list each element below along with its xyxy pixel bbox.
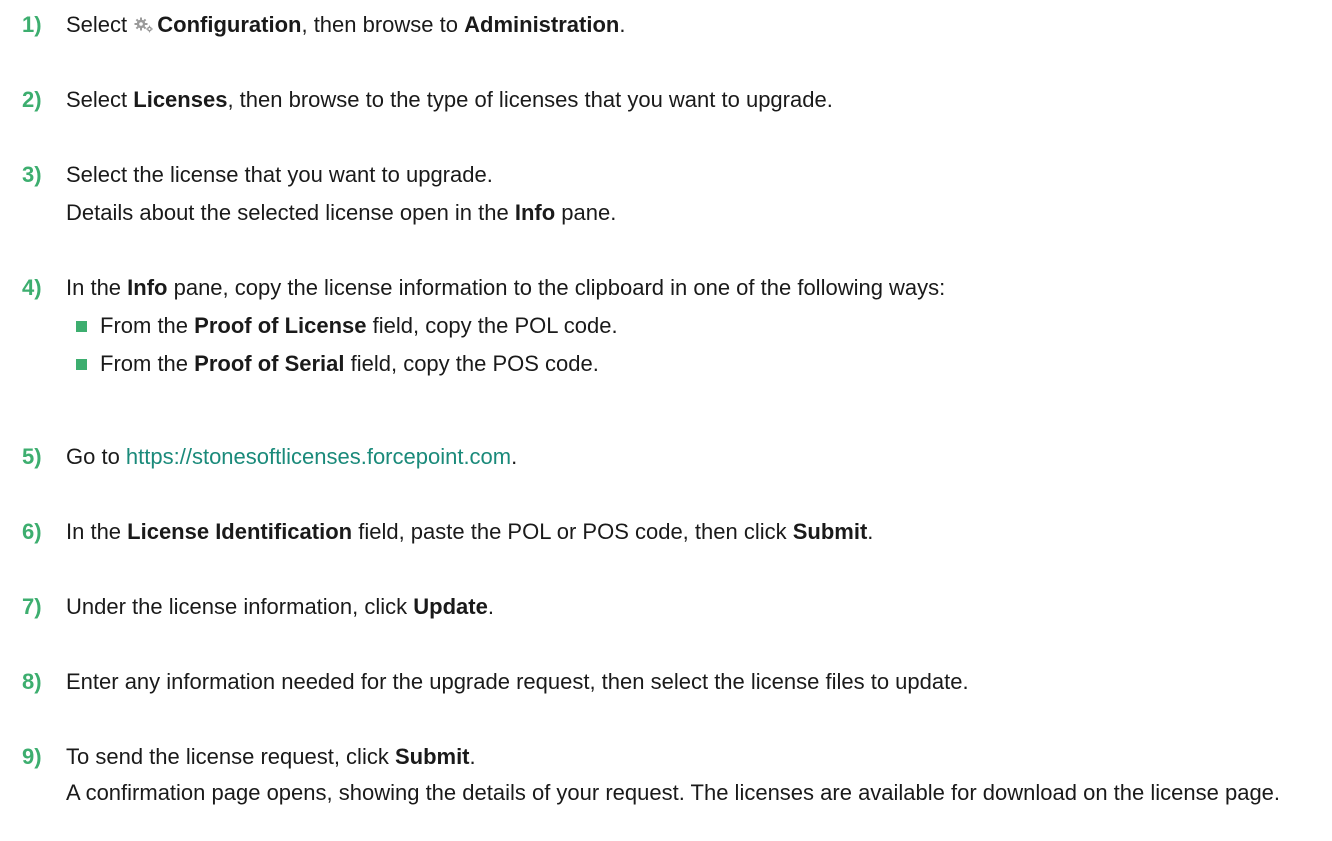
update-label: Update (413, 594, 488, 619)
text: . (867, 519, 874, 544)
step-text: Enter any information needed for the upg… (66, 666, 1318, 698)
bullet-square (76, 321, 87, 332)
info-label: Info (127, 275, 168, 300)
text: field, paste the POL or POS code, then c… (352, 519, 793, 544)
text: Details about the selected license open … (66, 200, 515, 225)
step-number: 1) (22, 12, 42, 37)
configuration-label: Configuration (157, 12, 302, 37)
text: Go to (66, 444, 126, 469)
step-number: 2) (22, 87, 42, 112)
list-item: From the Proof of Serial field, copy the… (66, 348, 1318, 380)
step-number: 9) (22, 744, 42, 769)
list-item: From the Proof of License field, copy th… (66, 310, 1318, 342)
step-text: Under the license information, click Upd… (66, 591, 1318, 623)
step-text: Select Licenses, then browse to the type… (66, 84, 1318, 116)
step-text: Select Configuration, then browse to Adm… (66, 9, 1318, 41)
submit-label: Submit (792, 519, 868, 544)
text: , then browse to the type of licenses th… (227, 87, 833, 112)
text: field, copy the POL code. (366, 313, 618, 338)
text: From the (100, 313, 195, 338)
step-number: 3) (22, 162, 42, 187)
license-identification-label: License Identification (127, 519, 353, 544)
confirmation-text: A confirmation page opens, showing the d… (66, 780, 1281, 805)
text: . (511, 444, 518, 469)
text: . (619, 12, 626, 37)
licenses-label: Licenses (133, 87, 228, 112)
text: To send the license request, click (66, 744, 395, 769)
text: Enter any information needed for the upg… (66, 669, 969, 694)
text: pane, copy the license information to th… (167, 275, 946, 300)
step-number: 6) (22, 519, 42, 544)
text: , then browse to (301, 12, 465, 37)
text: field, copy the POS code. (344, 351, 599, 376)
submit-label: Submit (394, 744, 470, 769)
text: pane. (555, 200, 617, 225)
step-text: Go to https://stonesoftlicenses.forcepoi… (66, 441, 1318, 473)
text: Under the license information, click (66, 594, 414, 619)
step-text: In the License Identification field, pas… (66, 516, 1318, 548)
text: In the (66, 275, 128, 300)
proof-of-license-label: Proof of License (194, 313, 367, 338)
text: From the (100, 351, 195, 376)
text: Select (66, 12, 134, 37)
step-number: 7) (22, 594, 42, 619)
bullet-square (76, 359, 87, 370)
text: In the (66, 519, 128, 544)
license-portal-link[interactable]: https://stonesoftlicenses.forcepoint.com (126, 444, 511, 469)
step-text: To send the license request, click Submi… (66, 741, 1318, 808)
step-text: Select the license that you want to upgr… (66, 159, 1318, 229)
proof-of-serial-label: Proof of Serial (194, 351, 345, 376)
step-text: In the Info pane, copy the license infor… (66, 272, 1318, 380)
administration-label: Administration (464, 12, 620, 37)
step-number: 5) (22, 444, 42, 469)
step-number: 8) (22, 669, 42, 694)
step-number: 4) (22, 275, 42, 300)
info-label: Info (514, 200, 556, 225)
gear-icon (133, 11, 155, 33)
text: . (487, 594, 494, 619)
text: Select the license that you want to upgr… (66, 162, 493, 187)
text: Select (66, 87, 134, 112)
text: . (469, 744, 476, 769)
